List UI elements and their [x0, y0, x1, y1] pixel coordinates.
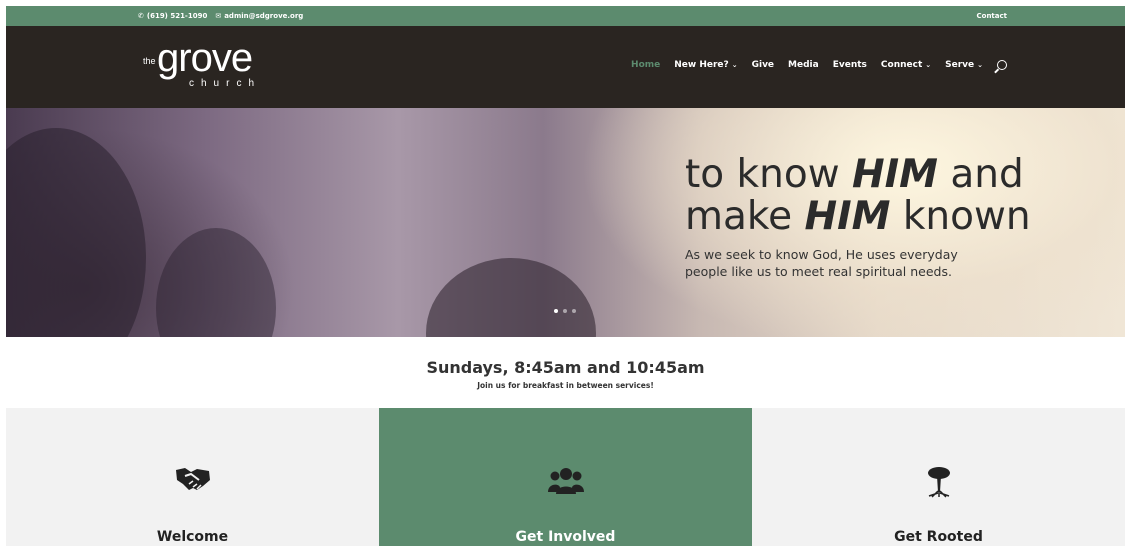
- hero-title: to know HIM and make HIM known: [685, 152, 1031, 239]
- card-title: Welcome: [156, 529, 229, 545]
- nav-item-home[interactable]: Home: [631, 60, 660, 70]
- contact-link[interactable]: Contact: [977, 12, 1008, 20]
- nav-item-label: Serve: [945, 60, 975, 70]
- nav-item-events[interactable]: Events: [833, 60, 867, 70]
- hero-subtitle: As we seek to know God, He uses everyday…: [685, 247, 958, 279]
- service-times: Sundays, 8:45am and 10:45am Join us for …: [6, 337, 1125, 408]
- nav-item-serve[interactable]: Serve ⌄: [945, 60, 983, 70]
- nav-item-new-here[interactable]: New Here? ⌄: [674, 60, 737, 70]
- hero-photo-silhouette: [156, 228, 276, 337]
- nav-item-label: Events: [832, 60, 867, 70]
- page: ✆ (619) 521-1090 ✉ admin@sdgrove.org Con…: [6, 6, 1125, 546]
- chevron-down-icon: ⌄: [977, 61, 983, 69]
- card-get-involved[interactable]: Get Involved: [379, 408, 752, 546]
- nav-item-give[interactable]: Give: [752, 60, 774, 70]
- slider-dot[interactable]: [563, 309, 567, 313]
- envelope-icon: ✉: [215, 11, 222, 20]
- contact-info: ✆ (619) 521-1090 ✉ admin@sdgrove.org: [138, 12, 303, 20]
- tree-icon: [752, 466, 1125, 498]
- main-nav: Home New Here? ⌄ Give Media Events Conne…: [631, 60, 1007, 70]
- slider-dot[interactable]: [554, 309, 558, 313]
- email-address: admin@sdgrove.org: [224, 12, 304, 20]
- handshake-icon: [6, 466, 379, 492]
- phone-number: (619) 521-1090: [146, 12, 208, 20]
- chevron-down-icon: ⌄: [925, 61, 932, 69]
- card-welcome[interactable]: Welcome: [6, 408, 379, 546]
- nav-item-label: New Here?: [674, 60, 729, 70]
- hero-slider: to know HIM and make HIM known As we see…: [6, 108, 1125, 337]
- card-title: Get Involved: [515, 529, 616, 545]
- site-logo[interactable]: the grove church: [143, 34, 293, 96]
- nav-item-media[interactable]: Media: [788, 60, 819, 70]
- hero-caption: to know HIM and make HIM known As we see…: [685, 154, 1031, 280]
- nav-item-label: Media: [788, 60, 819, 70]
- site-header: the grove church Home New Here? ⌄ Give M…: [6, 26, 1125, 108]
- feature-cards: Welcome Get Involved Get Rooted: [6, 408, 1125, 546]
- slider-dots: [554, 309, 576, 313]
- service-times-title: Sundays, 8:45am and 10:45am: [426, 358, 705, 377]
- group-icon: [379, 466, 752, 494]
- slider-dot[interactable]: [572, 309, 576, 313]
- nav-item-label: Connect: [880, 60, 923, 70]
- top-bar: ✆ (619) 521-1090 ✉ admin@sdgrove.org Con…: [6, 6, 1125, 26]
- nav-item-label: Home: [631, 60, 661, 70]
- nav-item-label: Give: [751, 60, 775, 70]
- service-times-subtitle: Join us for breakfast in between service…: [477, 381, 654, 390]
- chevron-down-icon: ⌄: [731, 61, 738, 69]
- hero-photo-silhouette: [426, 258, 596, 337]
- search-icon[interactable]: [997, 60, 1007, 70]
- logo-the: the: [143, 56, 156, 66]
- nav-item-connect[interactable]: Connect ⌄: [881, 60, 931, 70]
- email-link[interactable]: ✉ admin@sdgrove.org: [215, 12, 303, 20]
- phone-icon: ✆: [138, 11, 144, 20]
- logo-church: church: [189, 78, 262, 89]
- phone-link[interactable]: ✆ (619) 521-1090: [138, 12, 207, 20]
- hero-photo-silhouette: [6, 128, 146, 337]
- logo-grove: grove: [157, 36, 253, 80]
- card-get-rooted[interactable]: Get Rooted: [752, 408, 1125, 546]
- card-title: Get Rooted: [894, 529, 983, 545]
